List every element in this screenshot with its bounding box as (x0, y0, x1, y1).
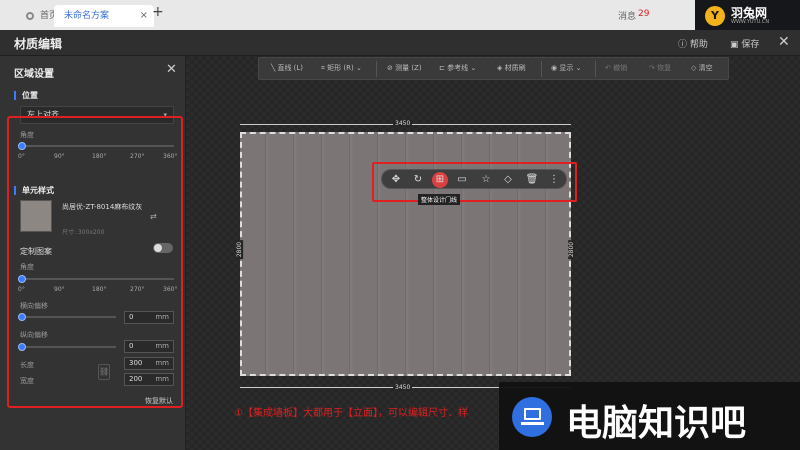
tool-clear[interactable]: ◇ 清空 (691, 63, 713, 73)
help-label: 帮助 (689, 40, 708, 50)
dimension-line-top: 3450 (240, 120, 571, 132)
tick-label: 360° (163, 286, 178, 293)
h-offset-value: 0 (129, 313, 134, 321)
toolbar-divider (541, 61, 542, 77)
custom-pattern-toggle[interactable] (153, 243, 173, 253)
v-offset-slider-thumb[interactable] (18, 343, 26, 351)
h-offset-slider-thumb[interactable] (18, 313, 26, 321)
browser-controls: 消息 29 (500, 0, 695, 30)
dimension-top-label: 3450 (393, 120, 413, 127)
tool-guideline[interactable]: ⊏ 参考线 ⌄ (439, 63, 476, 73)
custom-pattern-label: 定制图案 (20, 247, 52, 256)
laptop-screen-icon (524, 408, 541, 420)
unit-label: mm (155, 313, 169, 321)
save-button[interactable]: ▣ 保存 (730, 37, 759, 50)
unit-label: mm (155, 359, 169, 367)
v-offset-slider[interactable] (18, 343, 116, 351)
h-offset-label: 横向偏移 (20, 302, 48, 310)
tool-guideline-label: 参考线 (447, 64, 469, 72)
tool-redo[interactable]: ↷ 恢复 (649, 63, 671, 73)
tool-line-label: 直线 (L) (277, 64, 304, 72)
help-button[interactable]: ⓘ 帮助 (678, 37, 708, 50)
h-offset-slider[interactable] (18, 313, 116, 321)
tab-active-label: 未命名方案 (64, 11, 110, 21)
material-size: 尺寸: 300x200 (62, 229, 105, 236)
tool-clear-label: 清空 (698, 64, 713, 72)
new-tab-button[interactable]: + (152, 4, 164, 20)
angle2-ticks: 0° 90° 180° 270° 360° (18, 286, 180, 296)
tick-label: 90° (54, 286, 65, 293)
tick-label: 0° (18, 286, 25, 293)
angle2-slider[interactable] (18, 275, 174, 283)
panel-title: 区域设置 (14, 69, 54, 80)
swap-icon[interactable]: ⇄ (150, 212, 157, 221)
app-title: 材质编辑 (14, 37, 63, 51)
panel-close-icon[interactable]: ✕ (166, 62, 177, 77)
tool-display-label: 显示 (559, 64, 574, 72)
browser-tabbar: 首页 未命名方案 × + 消息 29 (0, 0, 800, 30)
v-offset-label: 纵向偏移 (20, 331, 48, 339)
app-header: 材质编辑 ⓘ 帮助 ▣ 保存 ✕ (0, 30, 800, 56)
v-offset-input[interactable]: 0 mm (124, 340, 174, 353)
width-label: 宽度 (20, 377, 34, 385)
laptop-base-icon (521, 422, 544, 425)
watermark-text: 电脑知识吧 (566, 403, 747, 444)
tool-brush[interactable]: ◈ 材质刷 (497, 63, 526, 73)
angle2-slider-thumb[interactable] (18, 275, 26, 283)
highlight-box-toolbar (372, 162, 577, 202)
toolbar-divider (595, 61, 596, 77)
h-offset-input[interactable]: 0 mm (124, 311, 174, 324)
unit-label: mm (155, 375, 169, 383)
tool-undo[interactable]: ↶ 撤销 (605, 63, 627, 73)
canvas-toolbar: ╲ 直线 (L) ⌗ 矩形 (R) ⌄ ⊘ 测量 (Z) ⊏ 参考线 ⌄ ◈ 材… (258, 57, 729, 80)
tool-brush-label: 材质刷 (504, 64, 526, 72)
messages-label[interactable]: 消息 (618, 9, 636, 22)
close-icon[interactable]: ✕ (778, 34, 790, 50)
tool-undo-label: 撤销 (613, 64, 628, 72)
logo-mark-icon: Y (705, 6, 725, 26)
tool-display[interactable]: ◉ 显示 ⌄ (551, 63, 581, 73)
tool-redo-label: 恢复 (657, 64, 672, 72)
dimension-bottom-label: 3450 (393, 384, 413, 391)
reset-default-button[interactable]: 恢复默认 (145, 396, 173, 406)
tool-line[interactable]: ╲ 直线 (L) (271, 63, 303, 73)
width-input[interactable]: 200 mm (124, 373, 174, 386)
length-value: 300 (129, 359, 143, 367)
section-position: 位置 (14, 91, 38, 100)
logo-subtext: WWW.YUTU.CN (731, 19, 770, 25)
length-input[interactable]: 300 mm (124, 357, 174, 370)
angle2-label: 角度 (20, 263, 34, 271)
toolbar-divider (376, 61, 377, 77)
dimension-left-label: 2800 (236, 239, 244, 260)
tutorial-caption: ①【集成墙板】大都用于【立面】，可以编辑尺寸、样 (234, 408, 468, 419)
tool-rect-label: 矩形 (R) (327, 64, 354, 72)
messages-count: 29 (638, 9, 650, 19)
site-logo: Y 羽兔网 WWW.YUTU.CN (695, 0, 800, 30)
home-icon (26, 12, 34, 20)
dimension-right-label: 2800 (568, 239, 576, 260)
unit-label: mm (155, 342, 169, 350)
tool-measure[interactable]: ⊘ 测量 (Z) (387, 63, 422, 73)
tick-label: 180° (92, 286, 107, 293)
v-offset-value: 0 (129, 342, 134, 350)
section-unit-style: 单元样式 (14, 186, 54, 195)
width-value: 200 (129, 375, 143, 383)
lock-ratio-icon[interactable]: ⛓ (98, 364, 110, 380)
tick-label: 270° (130, 286, 145, 293)
tab-active[interactable]: 未命名方案 × (54, 5, 154, 27)
save-label: 保存 (741, 40, 760, 50)
tool-rect[interactable]: ⌗ 矩形 (R) ⌄ (321, 63, 362, 73)
material-name: 尚居优-ZT-8014麻布纹灰 (62, 203, 143, 211)
tooltip: 整体设计门线 (418, 194, 461, 205)
tab-close-icon[interactable]: × (140, 5, 148, 27)
length-label: 长度 (20, 361, 34, 369)
tool-measure-label: 测量 (Z) (395, 64, 422, 72)
material-swatch[interactable] (20, 200, 52, 232)
